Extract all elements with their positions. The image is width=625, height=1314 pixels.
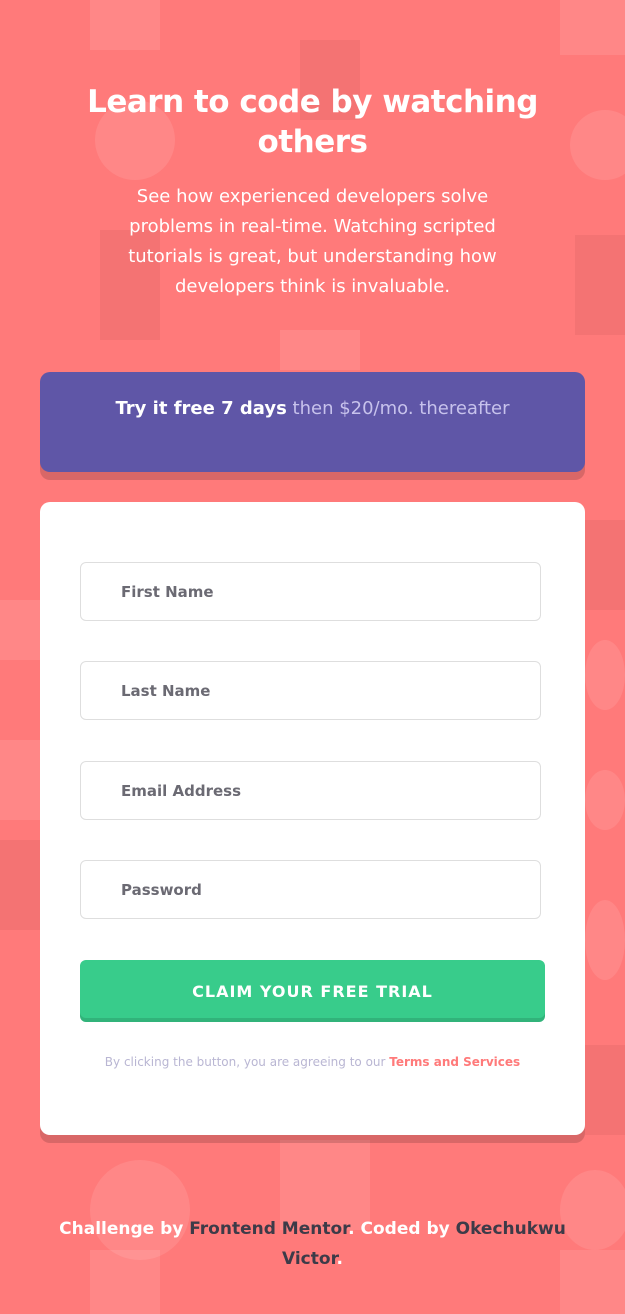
password-input[interactable] (80, 860, 541, 919)
page-content: Learn to code by watching others See how… (0, 0, 625, 1269)
shape-icon (0, 600, 40, 660)
shape-icon (0, 740, 40, 820)
promo-price: then $20/mo. thereafter (286, 398, 510, 419)
shape-icon (585, 770, 625, 830)
promo-highlight: Try it free 7 days (115, 398, 287, 419)
terms-link[interactable]: Terms and Services (389, 1055, 520, 1069)
last-name-input[interactable] (80, 661, 541, 720)
shape-icon (585, 640, 625, 710)
footer-challenge-text: Challenge by (59, 1219, 190, 1239)
attribution-footer: Challenge by Frontend Mentor. Coded by O… (30, 1214, 595, 1274)
gear-icon (280, 330, 360, 370)
frontend-mentor-link[interactable]: Frontend Mentor (189, 1219, 348, 1239)
shape-icon (0, 840, 40, 930)
page-title: Learn to code by watching others (87, 84, 538, 160)
claim-trial-button[interactable]: CLAIM YOUR FREE TRIAL (80, 960, 545, 1022)
hero-section: Learn to code by watching others See how… (0, 0, 625, 302)
first-name-input[interactable] (80, 562, 541, 621)
terms-notice: By clicking the button, you are agreeing… (100, 1052, 525, 1073)
shape-icon (585, 900, 625, 980)
promo-banner: Try it free 7 days then $20/mo. thereaft… (40, 372, 585, 472)
footer-coded-text: . Coded by (348, 1219, 456, 1239)
hero-description: See how experienced developers solve pro… (128, 186, 497, 297)
email-input[interactable] (80, 761, 541, 820)
footer-end: . (336, 1249, 343, 1269)
signup-form: CLAIM YOUR FREE TRIAL By clicking the bu… (40, 502, 585, 1135)
shape-icon (585, 520, 625, 610)
shape-icon (585, 1045, 625, 1135)
terms-text: By clicking the button, you are agreeing… (104, 1055, 390, 1069)
